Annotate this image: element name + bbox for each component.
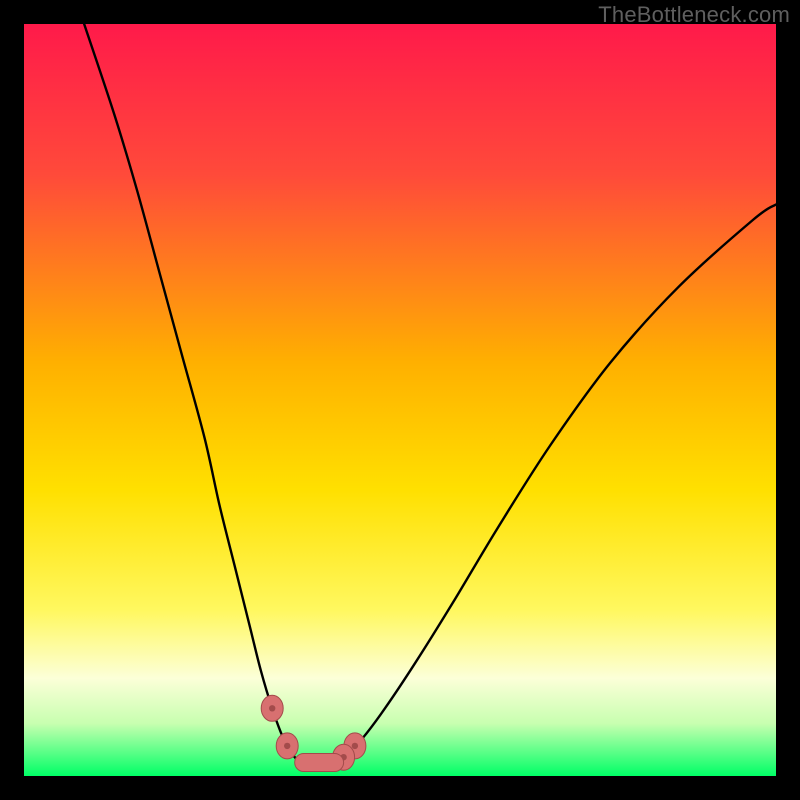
chart-frame — [24, 24, 776, 776]
gradient-bg — [24, 24, 776, 776]
left-dot-upper-center — [269, 705, 275, 711]
left-dot-lower-center — [284, 743, 290, 749]
watermark-text: TheBottleneck.com — [598, 2, 790, 28]
bottleneck-chart — [24, 24, 776, 776]
right-dot-upper-center — [352, 743, 358, 749]
floor-bar — [295, 754, 344, 772]
